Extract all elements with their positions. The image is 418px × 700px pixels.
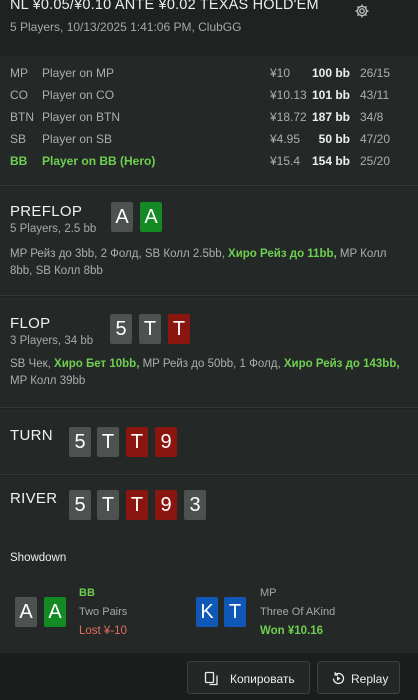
showdown-result: Lost ¥-10 [79,625,127,637]
action-text: MP Колл 39bb [10,375,86,387]
player-stack-bb: 187 bb [311,110,350,124]
player-stats: 34/8 [360,110,384,124]
preflop-actions: MP Рейз до 3bb, 2 Фолд, SB Колл 2.5bb, Х… [10,246,406,280]
player-stack-bb: 100 bb [311,66,350,80]
river-section: RIVER 5 T T 9 3 [0,476,418,540]
player-row-sb: SB Player on SB ¥4.95 50 bb 47/20 [0,128,418,150]
player-stack-amount: ¥4.95 [270,132,301,146]
player-row-mp: MP Player on MP ¥10 100 bb 26/15 [0,62,418,84]
card: 5 [69,427,91,457]
showdown-title: Showdown [10,552,67,564]
player-row-co: CO Player on CO ¥10.13 101 bb 43/11 [0,84,418,106]
card: T [126,490,148,520]
footer-bar: Копировать Replay [0,653,418,700]
player-stack-amount: ¥10.13 [270,88,307,102]
showdown-position: MP [260,587,277,599]
replay-button-label: Replay [351,672,389,686]
card: T [168,314,190,344]
hand-header: NL ¥0.05/¥0.10 ANTE ¥0.02 TEXAS HOLD'EM … [0,0,418,44]
player-position: BTN [10,110,34,124]
street-subtitle: 3 Players, 34 bb [10,335,94,347]
gear-icon[interactable] [354,3,370,19]
card: T [97,490,119,520]
players-table: MP Player on MP ¥10 100 bb 26/15 CO Play… [0,56,418,186]
card: 5 [69,490,91,520]
player-stats: 26/15 [360,66,391,80]
player-name: Player on CO [42,88,115,102]
card: K [196,597,218,627]
player-stats: 25/20 [360,154,391,168]
showdown-section: Showdown A A BB Two Pairs Lost ¥-10 K T … [0,540,418,653]
player-position: MP [10,66,28,80]
card: 3 [184,490,206,520]
player-name: Player on BTN [42,110,121,124]
action-text: SB Чек, [10,358,55,370]
player-position: SB [10,132,27,146]
player-position: BB [10,154,28,168]
card: A [15,597,37,627]
street-title: RIVER [10,490,58,507]
hero-action-text: Хиро Рейз до 143bb, [283,358,400,370]
hand-subtitle: 5 Players, 10/13/2025 1:41:06 PM, ClubGG [10,20,242,34]
player-stats: 47/20 [360,132,391,146]
copy-button[interactable]: Копировать [187,661,310,694]
action-text: MP Рейз до 3bb, 2 Фолд, SB Колл 2.5bb, [10,248,229,260]
card: 9 [155,427,177,457]
street-title: TURN [10,427,53,444]
card: T [224,597,246,627]
player-stack-amount: ¥10 [270,66,291,80]
card: A [111,202,133,232]
street-subtitle: 5 Players, 2.5 bb [10,223,97,235]
replay-button[interactable]: Replay [317,661,400,694]
turn-section: TURN 5 T T 9 [0,409,418,475]
flop-section: FLOP 3 Players, 34 bb 5 T T SB Чек, Хиро… [0,297,418,408]
copy-button-label: Копировать [230,672,295,686]
player-row-bb-hero: BB Player on BB (Hero) ¥15.4 154 bb 25/2… [0,150,418,172]
player-row-btn: BTN Player on BTN ¥18.72 187 bb 34/8 [0,106,418,128]
showdown-position: BB [79,587,95,599]
street-title: PREFLOP [10,203,83,220]
showdown-hand: Two Pairs [79,606,128,618]
card: A [44,597,66,627]
player-name: Player on MP [42,66,115,80]
player-position: CO [10,88,28,102]
street-title: FLOP [10,315,51,332]
hand-title: NL ¥0.05/¥0.10 ANTE ¥0.02 TEXAS HOLD'EM [10,0,319,13]
hero-action-text: Хиро Бет 10bb, [54,358,140,370]
player-stats: 43/11 [360,88,390,102]
card: 9 [155,490,177,520]
player-stack-bb: 50 bb [318,132,350,146]
flop-actions: SB Чек, Хиро Бет 10bb, MP Рейз до 50bb, … [10,356,406,390]
card: T [126,427,148,457]
replay-icon [332,672,345,685]
player-stack-amount: ¥18.72 [270,110,307,124]
player-stack-bb: 101 bb [311,88,350,102]
action-text: MP Рейз до 50bb, 1 Фолд, [139,358,284,370]
copy-icon [204,671,218,686]
hero-action-text: Хиро Рейз до 11bb, [228,248,337,260]
player-stack-amount: ¥15.4 [270,154,301,168]
showdown-hand: Three Of AKind [260,606,336,618]
card: A [140,202,162,232]
player-name: Player on BB (Hero) [42,154,156,168]
player-stack-bb: 154 bb [311,154,350,168]
card: T [97,427,119,457]
card: 5 [110,314,132,344]
player-name: Player on SB [42,132,113,146]
showdown-result: Won ¥10.16 [260,625,324,637]
card: T [139,314,161,344]
preflop-section: PREFLOP 5 Players, 2.5 bb A A MP Рейз до… [0,187,418,296]
